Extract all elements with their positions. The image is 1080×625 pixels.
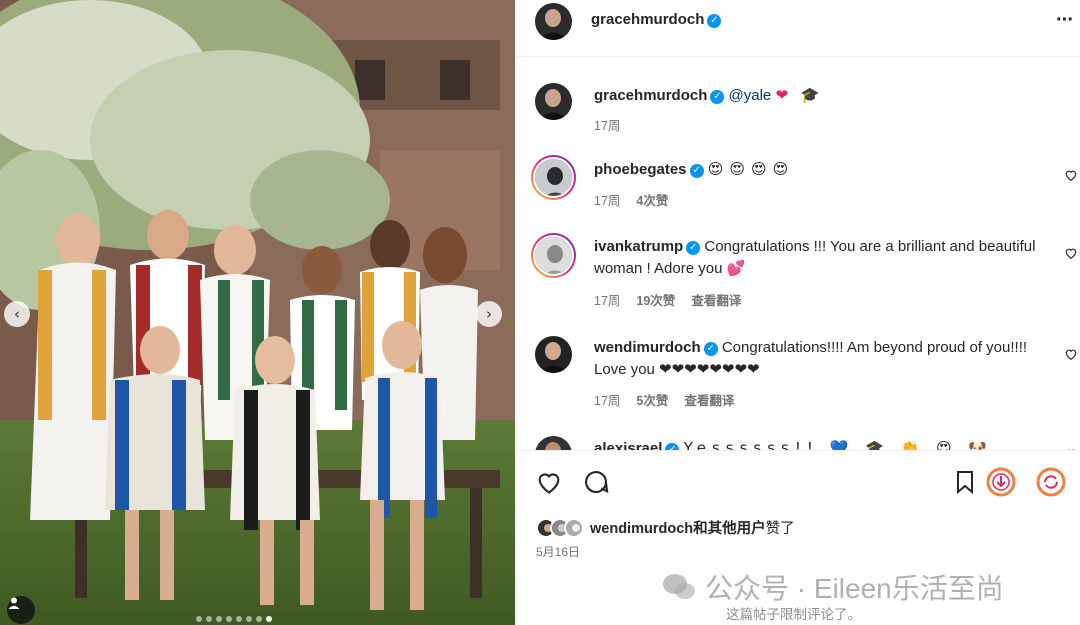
carousel-dot xyxy=(216,616,222,622)
carousel-dot xyxy=(256,616,262,622)
verified-badge-icon: ✓ xyxy=(689,164,704,178)
avatar[interactable] xyxy=(535,83,572,120)
comment-username[interactable]: alexisrael xyxy=(594,440,662,450)
caption-time: 17周 xyxy=(594,119,621,133)
download-icon[interactable] xyxy=(986,467,1016,497)
liker-avatar xyxy=(564,517,584,538)
verified-badge-icon: ✓ xyxy=(665,443,680,450)
chevron-right-icon: › xyxy=(486,305,492,323)
like-comment-heart-icon[interactable] xyxy=(1064,168,1078,182)
comments-list[interactable]: gracehmurdoch ✓ @yale ❤ 🎓 17周 phoebegates… xyxy=(516,57,1080,450)
caption: gracehmurdoch ✓ @yale ❤ 🎓 17周 xyxy=(516,81,1080,141)
caption-emoji: ❤ 🎓 xyxy=(775,86,824,104)
verified-badge-icon: ✓ xyxy=(686,241,701,255)
caption-avatar-image xyxy=(535,83,572,120)
graduation-photo xyxy=(0,0,515,625)
carousel-dot xyxy=(196,616,202,622)
commenter-avatar-image xyxy=(533,235,574,276)
likes-others-label[interactable]: 和其他用户 xyxy=(693,521,766,537)
comments-restricted-notice: 这篇帖子限制评论了。 xyxy=(726,607,861,622)
carousel-dot xyxy=(246,616,252,622)
previous-photo-button[interactable]: ‹ xyxy=(4,301,30,327)
share-loop-icon[interactable] xyxy=(1036,467,1066,497)
watermark: 公众号 · Eileen乐活至尚 xyxy=(661,567,1004,607)
liker-username[interactable]: wendimurdoch xyxy=(590,521,693,537)
comment-time: 17周 xyxy=(594,194,621,208)
post-header: gracehmurdoch ✓ ··· xyxy=(516,0,1080,57)
comment-text: 😍😍😍😍 xyxy=(707,160,795,178)
post-actions-section: wendimurdoch和其他用户赞了 5月16日 公众号 · Eileen乐活… xyxy=(516,450,1080,625)
comment-time: 17周 xyxy=(594,294,621,308)
likes-suffix: 赞了 xyxy=(765,521,795,537)
comment-text: Yessssss!! 💙 🎓 👏 😍 🐶 xyxy=(683,439,994,450)
comment-username[interactable]: wendimurdoch xyxy=(594,339,701,356)
next-photo-button[interactable]: › xyxy=(476,301,502,327)
watermark-text: 公众号 · Eileen乐活至尚 xyxy=(705,573,1004,604)
comment-item: wendimurdoch ✓ Congratulations!!!! Am bey… xyxy=(516,334,1080,414)
see-translation-link[interactable]: 查看翻译 xyxy=(684,390,734,409)
bookmark-icon[interactable] xyxy=(953,468,977,496)
avatar[interactable] xyxy=(531,155,576,200)
mention-link[interactable]: @yale xyxy=(729,87,772,104)
caption-username[interactable]: gracehmurdoch xyxy=(594,87,707,104)
comment-item: alexisrael ✓ Yessssss!! 💙 🎓 👏 😍 🐶 xyxy=(516,434,1080,450)
like-comment-heart-icon[interactable] xyxy=(1064,347,1078,361)
carousel-dot xyxy=(266,616,272,622)
commenter-avatar-image xyxy=(533,157,574,198)
comment-item: phoebegates ✓ 😍😍😍😍 17周 4次赞 xyxy=(516,155,1080,215)
verified-badge-icon: ✓ xyxy=(707,14,722,28)
wechat-icon xyxy=(663,574,695,599)
comment-username[interactable]: ivankatrump xyxy=(594,238,683,255)
author-avatar-image xyxy=(535,3,572,40)
like-heart-icon[interactable] xyxy=(535,468,563,496)
comment-time: 17周 xyxy=(594,394,621,408)
avatar[interactable] xyxy=(535,336,572,373)
avatar[interactable] xyxy=(535,436,572,450)
post-date: 5月16日 xyxy=(536,545,581,559)
post-photo[interactable]: ‹ › xyxy=(0,0,515,625)
carousel-dot xyxy=(236,616,242,622)
commenter-avatar-image xyxy=(535,436,572,450)
comment-item: ivankatrump ✓ Congratulations !!! You are… xyxy=(516,233,1080,313)
verified-badge-icon: ✓ xyxy=(710,90,725,104)
likes-summary[interactable]: wendimurdoch和其他用户赞了 xyxy=(536,517,795,538)
carousel-indicator xyxy=(196,616,272,622)
comment-likes-count[interactable]: 5次赞 xyxy=(636,390,668,409)
more-options-icon[interactable]: ··· xyxy=(1056,9,1074,32)
user-icon xyxy=(8,597,20,609)
comment-likes-count[interactable]: 19次赞 xyxy=(636,290,675,309)
comment-username[interactable]: phoebegates xyxy=(594,161,687,178)
tagged-users-button[interactable] xyxy=(7,596,35,624)
author-username[interactable]: gracehmurdoch xyxy=(591,11,704,28)
carousel-dot xyxy=(206,616,212,622)
avatar[interactable] xyxy=(531,233,576,278)
avatar[interactable] xyxy=(535,3,572,40)
comment-icon[interactable] xyxy=(582,468,610,496)
chevron-left-icon: ‹ xyxy=(14,305,20,323)
post-detail-panel: gracehmurdoch ✓ ··· gracehmurdoch ✓ @yale … xyxy=(515,0,1080,625)
verified-badge-icon: ✓ xyxy=(703,342,718,356)
comment-likes-count[interactable]: 4次赞 xyxy=(636,190,668,209)
commenter-avatar-image xyxy=(535,336,572,373)
like-comment-heart-icon[interactable] xyxy=(1064,246,1078,260)
see-translation-link[interactable]: 查看翻译 xyxy=(691,290,741,309)
carousel-dot xyxy=(226,616,232,622)
